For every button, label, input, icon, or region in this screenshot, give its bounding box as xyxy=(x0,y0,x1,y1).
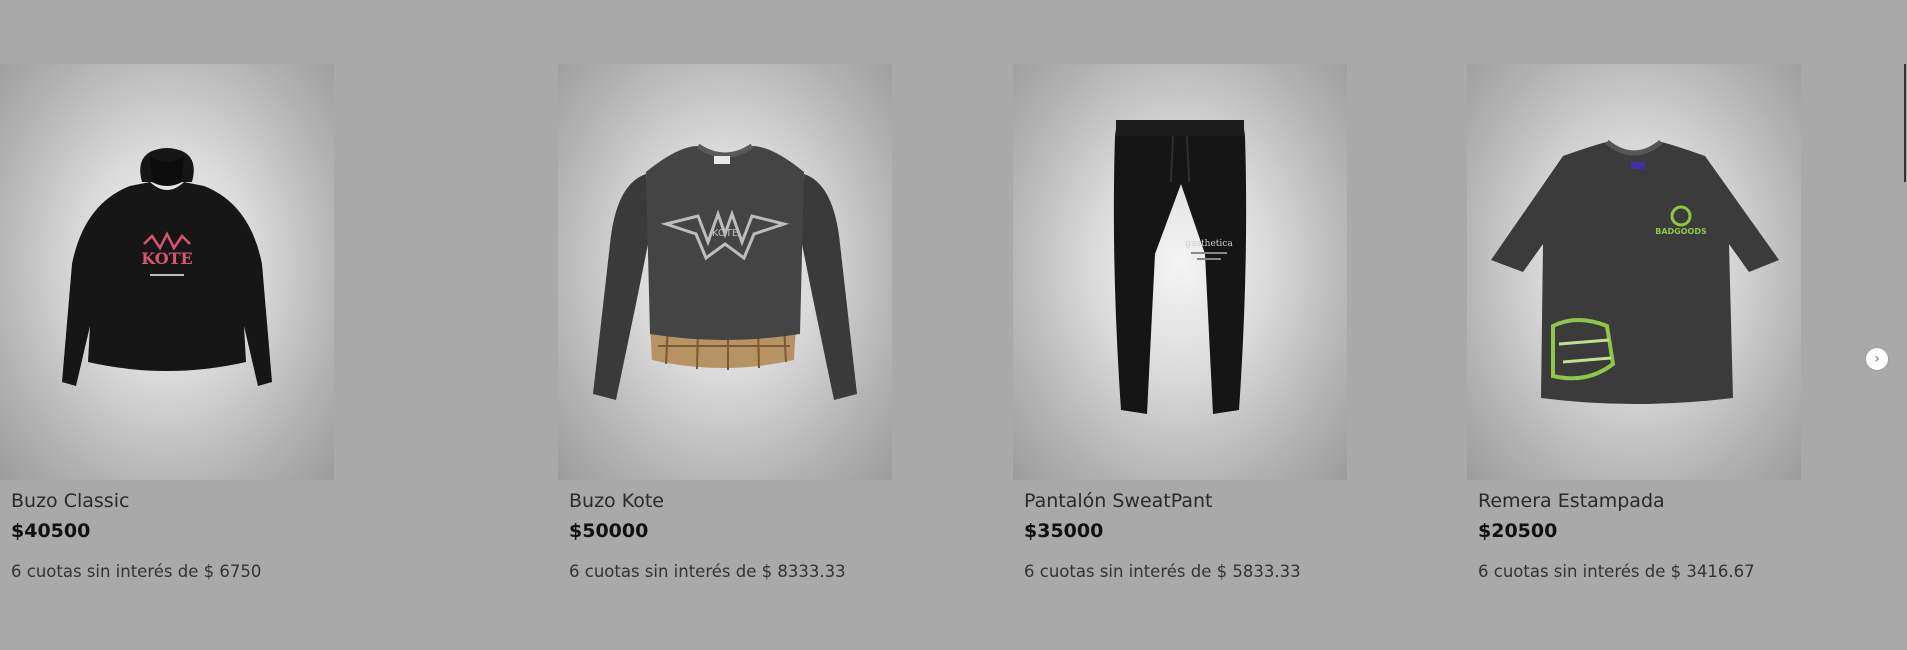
hoodie-print-text: KOTE xyxy=(141,249,193,268)
product-image[interactable]: gasthetica xyxy=(1013,64,1347,480)
product-installments: 6 cuotas sin interés de $ 6750 xyxy=(11,562,262,581)
hoodie-image: KOTE xyxy=(62,148,272,386)
product-installments: 6 cuotas sin interés de $ 3416.67 xyxy=(1478,562,1755,581)
product-price: $20500 xyxy=(1478,520,1558,542)
tshirt-print-text: BADGOODS xyxy=(1655,227,1707,236)
product-card-buzo-kote[interactable]: KOTE Buzo Kote $50000 6 cuotas sin inter… xyxy=(558,64,892,581)
carousel-next-button[interactable]: › xyxy=(1866,348,1888,370)
chevron-right-icon: › xyxy=(1874,351,1880,367)
tshirt-image: BADGOODS xyxy=(1491,140,1779,404)
product-info: Remera Estampada $20500 6 cuotas sin int… xyxy=(1467,480,1801,581)
product-installments: 6 cuotas sin interés de $ 5833.33 xyxy=(1024,562,1301,581)
product-info: Buzo Classic $40500 6 cuotas sin interés… xyxy=(0,480,334,581)
product-info: Buzo Kote $50000 6 cuotas sin interés de… xyxy=(558,480,892,581)
scrollbar-edge xyxy=(1904,64,1906,182)
product-image[interactable]: KOTE xyxy=(558,64,892,480)
product-price: $35000 xyxy=(1024,520,1104,542)
product-title[interactable]: Buzo Kote xyxy=(569,490,892,516)
sweatpants-print-text: gasthetica xyxy=(1185,239,1233,249)
product-card-pantalon-sweatpant[interactable]: gasthetica Pantalón SweatPant $35000 6 c… xyxy=(1013,64,1347,581)
sweatshirt-print-text: KOTE xyxy=(712,228,738,239)
product-card-remera-estampada[interactable]: BADGOODS Remera Estampada $20500 6 cuota… xyxy=(1467,64,1801,581)
product-title[interactable]: Pantalón SweatPant xyxy=(1024,490,1347,516)
product-card-buzo-classic[interactable]: KOTE Buzo Classic $40500 6 cuotas sin in… xyxy=(0,64,334,581)
product-title[interactable]: Remera Estampada xyxy=(1478,490,1801,516)
product-image[interactable]: BADGOODS xyxy=(1467,64,1801,480)
product-title[interactable]: Buzo Classic xyxy=(11,490,334,516)
product-image[interactable]: KOTE xyxy=(0,64,334,480)
product-info: Pantalón SweatPant $35000 6 cuotas sin i… xyxy=(1013,480,1347,581)
sweatshirt-image: KOTE xyxy=(593,143,857,400)
product-price: $40500 xyxy=(11,520,91,542)
product-price: $50000 xyxy=(569,520,649,542)
product-carousel: ‹ KOTE Buzo Kote $50000 6 cuot xyxy=(0,0,1907,650)
sweatpants-image: gasthetica xyxy=(1113,120,1247,414)
product-installments: 6 cuotas sin interés de $ 8333.33 xyxy=(569,562,846,581)
